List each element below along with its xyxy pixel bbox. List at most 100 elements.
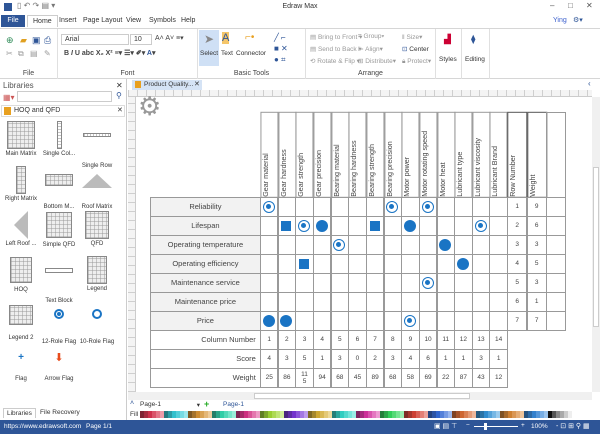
page-collapse-icon[interactable]: ˄	[130, 400, 134, 407]
maximize-button[interactable]: □	[568, 1, 573, 10]
library-item[interactable]: Main Matrix	[1, 121, 41, 157]
font-name-select[interactable]: Arial	[61, 34, 129, 45]
library-item[interactable]: Roof Matrix	[77, 166, 117, 210]
library-item-thumbnail	[1, 257, 41, 285]
row-number: 7	[507, 311, 528, 331]
matrix-cell	[383, 254, 402, 274]
font-size-select[interactable]: 10	[130, 34, 152, 45]
bring-to-front-button[interactable]: ▤ Bring to Front ▾	[310, 33, 362, 41]
group-button[interactable]: ⌗ Group▾	[358, 33, 384, 41]
library-item[interactable]: Legend 2	[1, 301, 41, 341]
fill-label: Fill	[130, 411, 139, 418]
library-item[interactable]: Text Block	[39, 256, 79, 304]
minimize-button[interactable]: –	[550, 1, 554, 10]
library-item-label: 10-Role Flag	[79, 339, 115, 345]
library-item[interactable]: HOQ	[1, 256, 41, 293]
footer-value: 9	[401, 330, 420, 350]
library-item-thumbnail: +	[18, 352, 24, 363]
page-selector-value: Page-1	[140, 401, 161, 408]
matrix-cell	[312, 235, 332, 255]
align-button[interactable]: ⊫ Align▾	[358, 45, 383, 53]
website-link[interactable]: https://www.edrawsoft.com	[4, 423, 81, 430]
tab-libraries[interactable]: Libraries	[3, 408, 36, 418]
copy-icon[interactable]: ⧉	[18, 49, 24, 59]
close-document-icon[interactable]: ✕	[194, 80, 200, 88]
cut-icon[interactable]: ✂	[6, 49, 13, 58]
tab-page-layout[interactable]: Page Layout	[78, 15, 127, 27]
library-item-label: QFD	[90, 241, 104, 247]
rotate-flip-button[interactable]: ⟲ Rotate & Flip ▾	[310, 57, 360, 65]
send-to-back-button[interactable]: ▤ Send to Back ▾	[310, 45, 362, 53]
library-item[interactable]: + Flag	[1, 346, 41, 382]
color-swatch[interactable]	[568, 411, 572, 418]
horizontal-scrollbar[interactable]	[128, 392, 592, 400]
tab-view[interactable]: View	[121, 15, 146, 27]
library-item-thumbnail	[1, 305, 41, 333]
row-weight: 5	[526, 254, 547, 274]
add-page-button[interactable]: +	[204, 399, 209, 409]
new-icon[interactable]: ⊕	[6, 35, 14, 46]
zoom-in-button[interactable]: +	[521, 422, 525, 429]
close-libraries-icon[interactable]: ✕	[116, 81, 123, 90]
format-painter-icon[interactable]: ✎	[44, 49, 51, 58]
styles-button[interactable]: ▟ Styles	[436, 29, 462, 79]
text-tool[interactable]: A Text	[220, 30, 236, 66]
horizontal-scroll-thumb[interactable]	[254, 393, 470, 399]
drawing-canvas[interactable]: ⚙ Gear material Gear hardness Gear strengt…	[136, 91, 592, 397]
close-button[interactable]: ✕	[586, 1, 593, 10]
close-section-icon[interactable]: ✕	[117, 106, 123, 114]
footer-value: 3	[277, 349, 297, 369]
library-item[interactable]: Single Row	[77, 121, 117, 169]
paste-icon[interactable]: ▤	[30, 49, 38, 58]
library-search-input[interactable]	[17, 91, 112, 102]
library-menu-icon[interactable]: ▦▾	[3, 93, 15, 102]
open-icon[interactable]: ▰	[20, 35, 27, 46]
protect-button[interactable]: 🔒︎ Protect▾	[402, 57, 431, 66]
library-item[interactable]: Bottom M...	[39, 166, 79, 210]
collapse-panel-icon[interactable]: ‹	[588, 79, 591, 88]
zoom-slider-handle[interactable]	[484, 423, 487, 430]
zoom-slider[interactable]	[474, 426, 518, 427]
medium-relation-ring	[474, 219, 487, 232]
tab-file-recovery[interactable]: File Recovery	[40, 409, 80, 416]
text-format-icons[interactable]: B I U abc X₂ X² ≡▾ ☰▾ ✐▾ A▾	[64, 49, 156, 57]
select-tool[interactable]: ➤ Select	[199, 30, 219, 66]
column-header: Lubricant viscosity	[471, 112, 491, 198]
footer-value: 3	[295, 330, 314, 350]
matrix-cell	[418, 254, 438, 274]
connector-tool[interactable]: ⌐• Connector	[236, 30, 268, 66]
library-item[interactable]: Simple QFD	[39, 211, 79, 248]
library-item[interactable]: Single Col...	[39, 121, 79, 157]
library-item[interactable]: Legend	[77, 256, 117, 292]
save-icon[interactable]: ▣	[32, 35, 41, 46]
distribute-button[interactable]: ⊞ Distribute▾	[358, 57, 396, 65]
matrix-cell	[260, 273, 279, 293]
view-mode-icons[interactable]: ▣ ▤ ⊤	[434, 422, 457, 430]
shape-tools-icons[interactable]: ╱ ⌐ ■ ✕ ● ⌗	[274, 32, 288, 65]
fit-page-icons[interactable]: - ⊡ ⊞ ⚲ ▦	[556, 422, 590, 430]
library-item[interactable]: ⬇ Arrow Flag	[39, 346, 79, 382]
tab-file[interactable]: File	[1, 15, 25, 27]
library-item[interactable]: QFD	[77, 211, 117, 247]
editing-button[interactable]: ⧫ Editing	[462, 29, 490, 79]
tab-help[interactable]: Help	[176, 15, 200, 27]
weak-relation-square	[369, 220, 380, 231]
library-item[interactable]: Left Roof ...	[1, 211, 41, 247]
vertical-scrollbar[interactable]	[592, 97, 600, 392]
print-icon[interactable]: ⎙	[44, 35, 51, 46]
settings-icon[interactable]: ⚙▾	[568, 15, 588, 27]
library-item[interactable]: Right Matrix	[1, 166, 41, 202]
library-item[interactable]: 12-Role Flag	[39, 301, 79, 345]
page-tab[interactable]: Page-1	[223, 401, 244, 408]
font-grow-shrink-icons[interactable]: A˄ A˅ ≡▾	[155, 34, 184, 42]
size-button[interactable]: ‖ Size▾	[402, 33, 422, 41]
vertical-scroll-thumb[interactable]	[593, 167, 599, 327]
page-selector[interactable]: Page-1 ▾	[140, 401, 200, 409]
library-section-header[interactable]: HOQ and QFD ✕	[1, 105, 125, 117]
library-item[interactable]: 10-Role Flag	[77, 301, 117, 345]
document-tab[interactable]: Product Quality... ✕	[132, 80, 202, 90]
search-icon[interactable]: ⚲	[116, 91, 122, 100]
zoom-out-button[interactable]: −	[466, 422, 470, 429]
gear-icon: ⚙	[138, 91, 162, 121]
center-button[interactable]: ⊡ Center	[402, 45, 429, 53]
